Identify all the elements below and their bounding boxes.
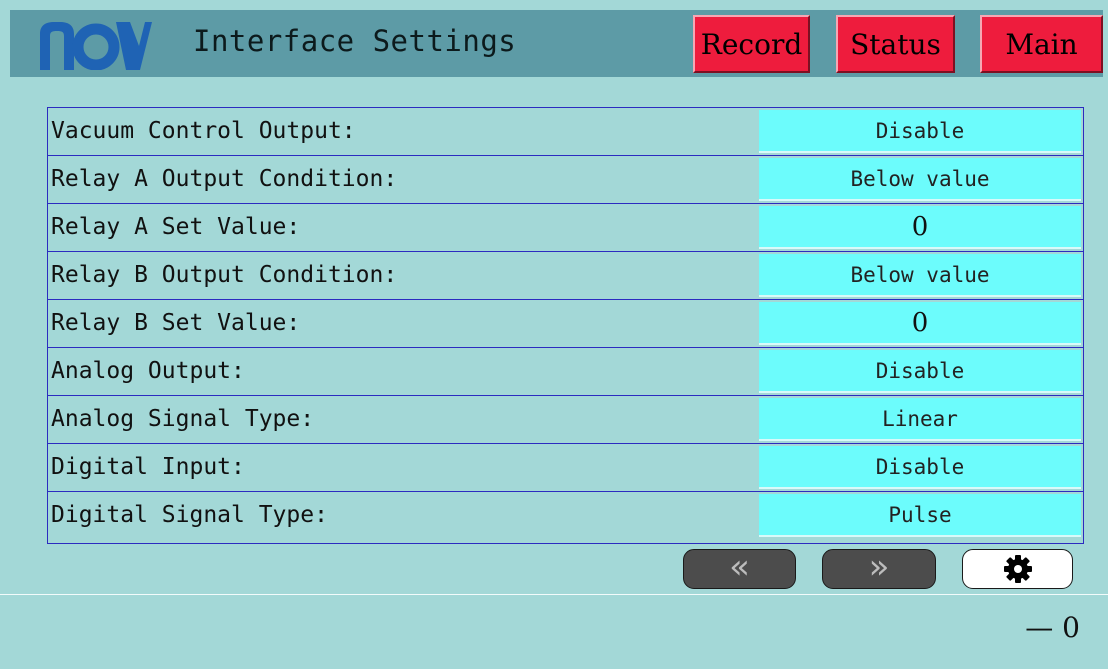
next-page-button[interactable]: » bbox=[822, 549, 936, 589]
status-button[interactable]: Status bbox=[836, 15, 955, 73]
relay-a-output-condition-value[interactable]: Below value bbox=[759, 158, 1081, 201]
digital-input-value[interactable]: Disable bbox=[759, 446, 1081, 489]
setting-row-vacuum-control-output: Vacuum Control Output: Disable bbox=[48, 108, 1083, 156]
vacuum-control-output-value[interactable]: Disable bbox=[759, 110, 1081, 153]
header-bar: Interface Settings Record Status Main bbox=[10, 10, 1103, 77]
analog-signal-type-value[interactable]: Linear bbox=[759, 398, 1081, 441]
setting-row-analog-output: Analog Output: Disable bbox=[48, 348, 1083, 396]
setting-row-analog-signal-type: Analog Signal Type: Linear bbox=[48, 396, 1083, 444]
setting-row-relay-b-set-value: Relay B Set Value: 0 bbox=[48, 300, 1083, 348]
setting-label: Analog Signal Type: bbox=[51, 406, 315, 432]
footer-divider bbox=[0, 594, 1108, 595]
main-button[interactable]: Main bbox=[980, 15, 1103, 73]
relay-b-set-value-input[interactable]: 0 bbox=[759, 302, 1081, 345]
status-readout: — 0 bbox=[1025, 611, 1080, 644]
setting-row-relay-b-output-condition: Relay B Output Condition: Below value bbox=[48, 252, 1083, 300]
setting-row-relay-a-output-condition: Relay A Output Condition: Below value bbox=[48, 156, 1083, 204]
gear-icon bbox=[1003, 555, 1032, 583]
setting-row-digital-signal-type: Digital Signal Type: Pulse bbox=[48, 492, 1083, 540]
setting-label: Relay B Output Condition: bbox=[51, 262, 398, 288]
analog-output-value[interactable]: Disable bbox=[759, 350, 1081, 393]
record-button[interactable]: Record bbox=[693, 15, 810, 73]
settings-button[interactable] bbox=[962, 549, 1073, 589]
digital-signal-type-value[interactable]: Pulse bbox=[759, 494, 1081, 537]
previous-page-button[interactable]: « bbox=[683, 549, 796, 589]
settings-table: Vacuum Control Output: Disable Relay A O… bbox=[47, 107, 1084, 544]
setting-label: Digital Input: bbox=[51, 454, 245, 480]
setting-label: Relay B Set Value: bbox=[51, 310, 301, 336]
setting-label: Analog Output: bbox=[51, 358, 245, 384]
setting-label: Relay A Set Value: bbox=[51, 214, 301, 240]
double-chevron-left-icon: « bbox=[729, 547, 750, 587]
nai-logo bbox=[40, 22, 152, 70]
setting-label: Vacuum Control Output: bbox=[51, 118, 356, 144]
page-title: Interface Settings bbox=[193, 24, 517, 58]
setting-label: Digital Signal Type: bbox=[51, 502, 328, 528]
interface-settings-screen: Interface Settings Record Status Main Va… bbox=[0, 0, 1108, 669]
relay-b-output-condition-value[interactable]: Below value bbox=[759, 254, 1081, 297]
double-chevron-right-icon: » bbox=[868, 547, 890, 587]
relay-a-set-value-input[interactable]: 0 bbox=[759, 206, 1081, 249]
setting-label: Relay A Output Condition: bbox=[51, 166, 398, 192]
setting-row-digital-input: Digital Input: Disable bbox=[48, 444, 1083, 492]
setting-row-relay-a-set-value: Relay A Set Value: 0 bbox=[48, 204, 1083, 252]
